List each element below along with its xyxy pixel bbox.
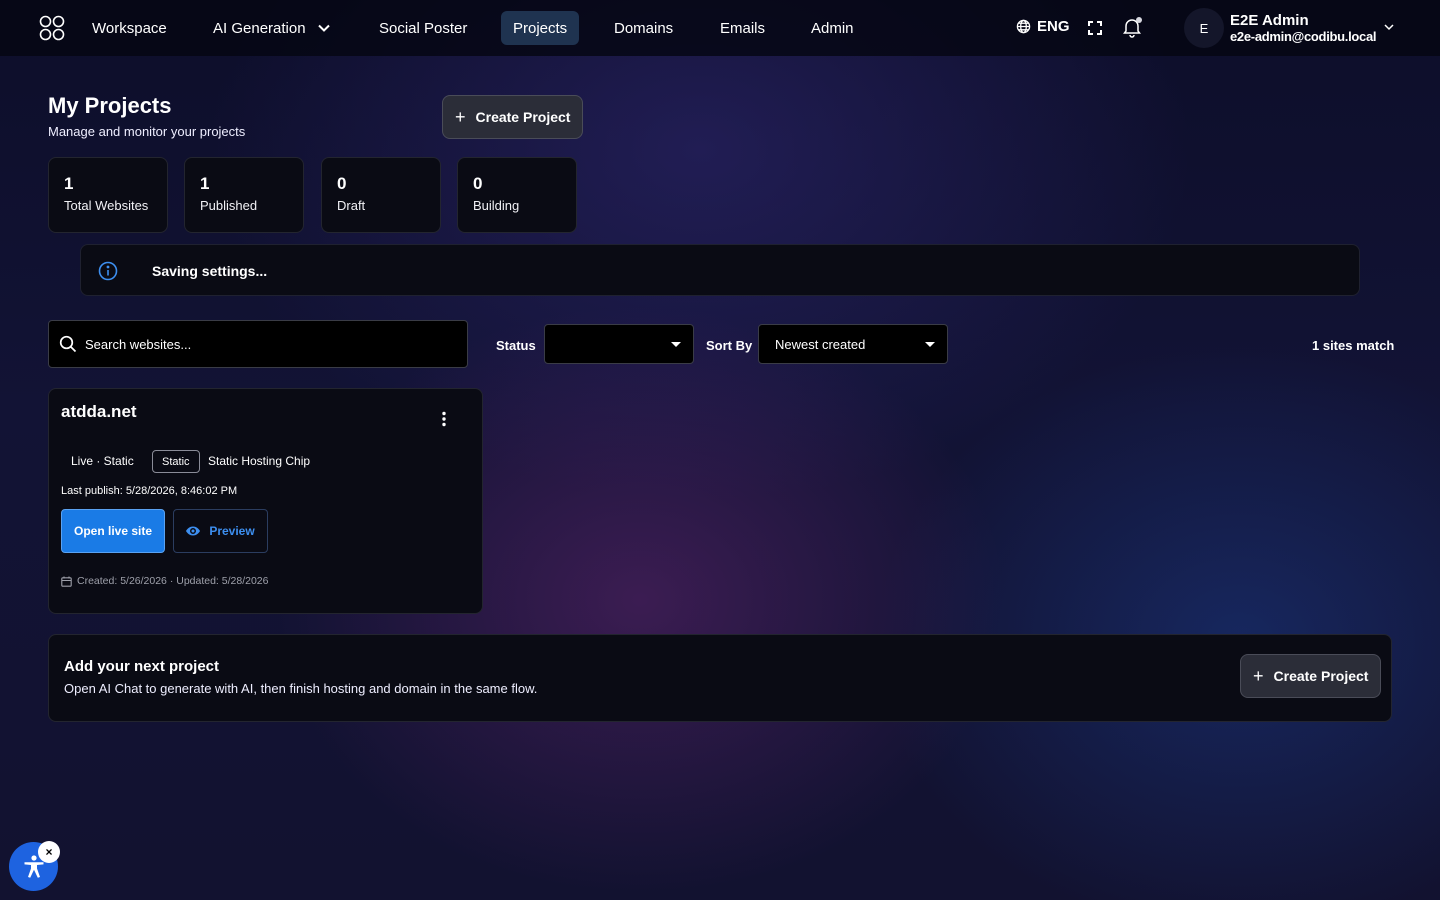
caret-down-icon [925, 342, 935, 347]
nav-workspace[interactable]: Workspace [80, 11, 179, 45]
nav-domains[interactable]: Domains [602, 11, 685, 45]
calendar-icon [61, 576, 72, 587]
add-project-description: Open AI Chat to generate with AI, then f… [64, 681, 538, 696]
preview-button[interactable]: Preview [173, 509, 268, 553]
add-project-panel: Add your next project Open AI Chat to ge… [48, 634, 1392, 722]
caret-down-icon [671, 342, 681, 347]
project-dates: Created: 5/26/2026 · Updated: 5/28/2026 [61, 575, 268, 587]
app-logo-icon[interactable] [38, 14, 66, 42]
nav-ai-generation[interactable]: AI Generation [201, 11, 342, 45]
search-icon [59, 335, 77, 353]
notifications-button[interactable] [1120, 15, 1144, 39]
open-live-site-button[interactable]: Open live site [61, 509, 165, 553]
more-options-icon[interactable] [441, 411, 447, 427]
bell-icon [1123, 17, 1142, 38]
page-subtitle: Manage and monitor your projects [48, 124, 246, 139]
hosting-chip: Static [152, 450, 200, 473]
search-box [48, 320, 468, 368]
plus-icon: + [455, 107, 466, 127]
info-icon [98, 261, 118, 281]
user-name: E2E Admin [1230, 12, 1309, 29]
status-badge: Live · Static [71, 454, 134, 468]
match-count: 1 sites match [1312, 338, 1395, 353]
create-project-button-bottom[interactable]: + Create Project [1240, 654, 1382, 698]
sort-by-label: Sort By [706, 338, 753, 353]
chevron-down-icon [317, 24, 330, 32]
fullscreen-button[interactable] [1086, 19, 1104, 37]
last-publish: Last publish: 5/28/2026, 8:46:02 PM [61, 485, 238, 497]
stat-published: 1 Published [184, 157, 304, 233]
create-project-button[interactable]: + Create Project [442, 95, 584, 139]
close-icon[interactable]: × [38, 841, 60, 863]
eye-icon [186, 526, 201, 536]
search-input[interactable] [85, 336, 445, 352]
project-card: atdda.net Live · Static Static Static Ho… [48, 388, 483, 614]
hosting-chip-text: Static Hosting Chip [208, 454, 311, 468]
project-domain: atdda.net [61, 402, 137, 421]
language-selector[interactable]: ENG [1016, 18, 1070, 35]
stat-building: 0 Building [457, 157, 577, 233]
globe-icon [1016, 19, 1031, 34]
stat-total-websites: 1 Total Websites [48, 157, 168, 233]
sort-select[interactable]: Newest created [758, 324, 948, 364]
avatar[interactable]: E [1184, 8, 1224, 48]
nav-emails[interactable]: Emails [708, 11, 777, 45]
add-project-title: Add your next project [64, 658, 220, 675]
top-navbar: Workspace AI Generation Social Poster Pr… [0, 0, 1440, 56]
status-select[interactable] [544, 324, 694, 364]
user-email: e2e-admin@codibu.local [1230, 29, 1377, 44]
stat-draft: 0 Draft [321, 157, 441, 233]
info-banner: Saving settings... [80, 244, 1360, 296]
fullscreen-icon [1088, 21, 1102, 35]
plus-icon: + [1253, 666, 1264, 686]
nav-social-poster[interactable]: Social Poster [367, 11, 479, 45]
banner-message: Saving settings... [152, 263, 268, 279]
status-filter-label: Status [496, 338, 536, 353]
nav-projects[interactable]: Projects [501, 11, 580, 45]
user-menu-chevron-icon[interactable] [1384, 24, 1394, 31]
page-title: My Projects [48, 93, 172, 118]
nav-admin[interactable]: Admin [799, 11, 866, 45]
